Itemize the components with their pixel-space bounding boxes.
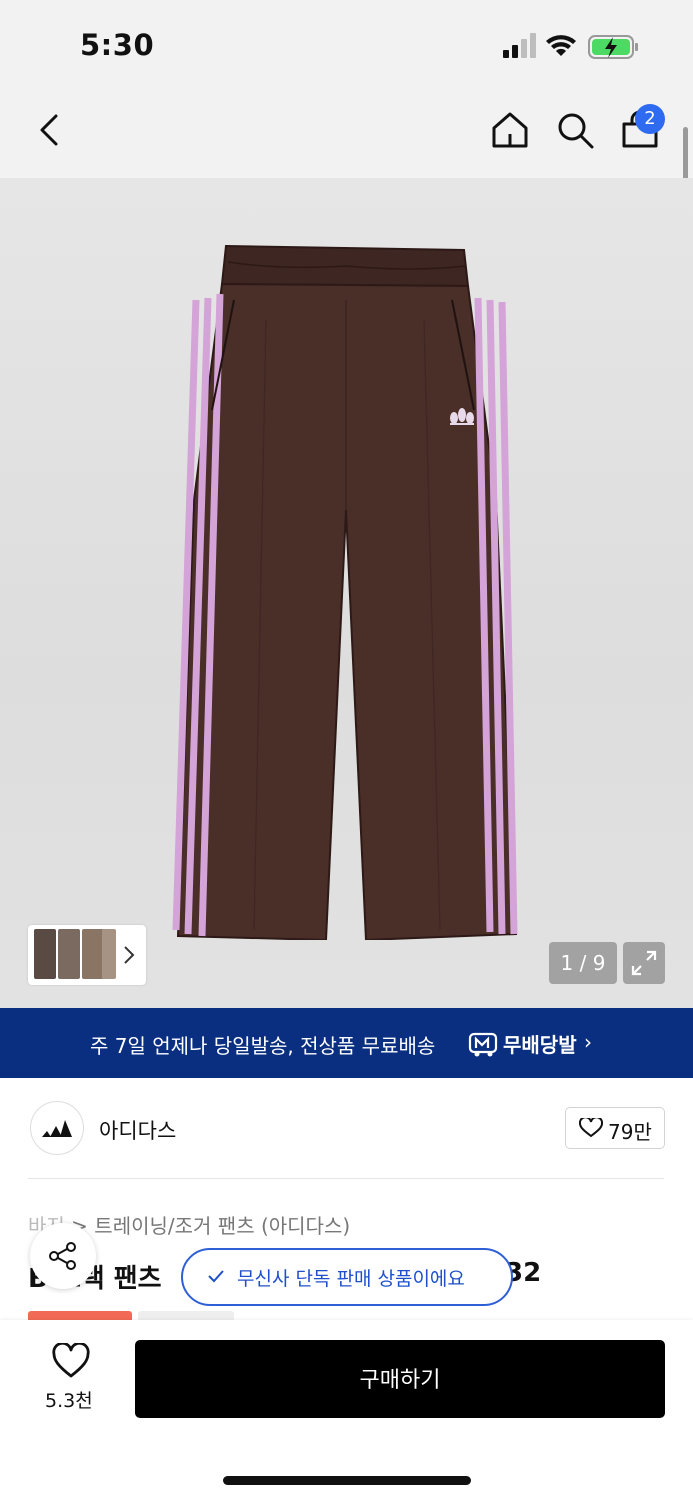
thumbnail-2[interactable] <box>58 929 80 979</box>
brand-name[interactable]: 아디다스 <box>99 1115 176 1145</box>
thumbnail-4[interactable] <box>102 929 116 979</box>
delivery-banner[interactable]: 주 7일 언제나 당일발송, 전상품 무료배송 무배당발 › <box>0 1008 693 1078</box>
product-image-gallery[interactable]: 1 / 9 <box>0 178 693 1008</box>
product-image-track-pants <box>172 244 518 940</box>
back-arrow-icon[interactable] <box>30 108 70 152</box>
brand-row: 아디다스 79만 <box>0 1078 693 1178</box>
banner-logo-text: 무배당발 <box>503 1033 577 1057</box>
battery-charging-icon <box>588 35 638 59</box>
exclusive-sale-text: 무신사 단독 판매 상품이에요 <box>237 1268 465 1290</box>
wifi-icon <box>546 35 576 56</box>
cart-count-badge: 2 <box>635 104 665 134</box>
brand-logo[interactable] <box>30 1101 84 1155</box>
home-icon[interactable] <box>488 108 532 152</box>
share-icon <box>49 1242 76 1270</box>
thumbnail-1[interactable] <box>34 929 56 979</box>
free-delivery-logo-icon <box>468 1032 498 1057</box>
divider <box>28 1178 664 1179</box>
thumbnail-strip[interactable] <box>28 925 146 985</box>
bottom-action-bar: 5.3천 구매하기 <box>0 1320 693 1500</box>
adidas-logo-icon <box>42 1120 72 1137</box>
breadcrumb-subcategory[interactable]: 트레이닝/조거 팬츠 (아디다스) <box>94 1214 350 1238</box>
home-indicator[interactable] <box>223 1476 471 1485</box>
buy-button[interactable]: 구매하기 <box>135 1340 665 1418</box>
heart-icon[interactable] <box>51 1343 91 1379</box>
checkmark-icon <box>208 1270 224 1283</box>
exclusive-sale-toast: 무신사 단독 판매 상품이에요 <box>181 1248 513 1306</box>
status-icons <box>503 33 638 59</box>
search-icon[interactable] <box>553 108 597 152</box>
share-button[interactable] <box>30 1223 96 1289</box>
image-counter: 1 / 9 <box>549 942 617 984</box>
brand-like-button[interactable]: 79만 <box>565 1107 665 1149</box>
status-bar: 5:30 <box>0 0 693 90</box>
like-count: 5.3천 <box>45 1390 93 1412</box>
heart-icon <box>579 1118 603 1138</box>
cellular-signal-icon <box>503 33 536 58</box>
top-navigation-bar <box>0 90 693 178</box>
thumbnail-3[interactable] <box>82 929 104 979</box>
chevron-right-icon: › <box>584 1030 592 1054</box>
brand-like-count: 79만 <box>608 1120 652 1144</box>
chevron-right-icon[interactable] <box>122 943 136 967</box>
expand-icon[interactable] <box>623 942 665 984</box>
banner-text: 주 7일 언제나 당일발송, 전상품 무료배송 <box>90 1034 436 1058</box>
status-time: 5:30 <box>80 28 155 62</box>
